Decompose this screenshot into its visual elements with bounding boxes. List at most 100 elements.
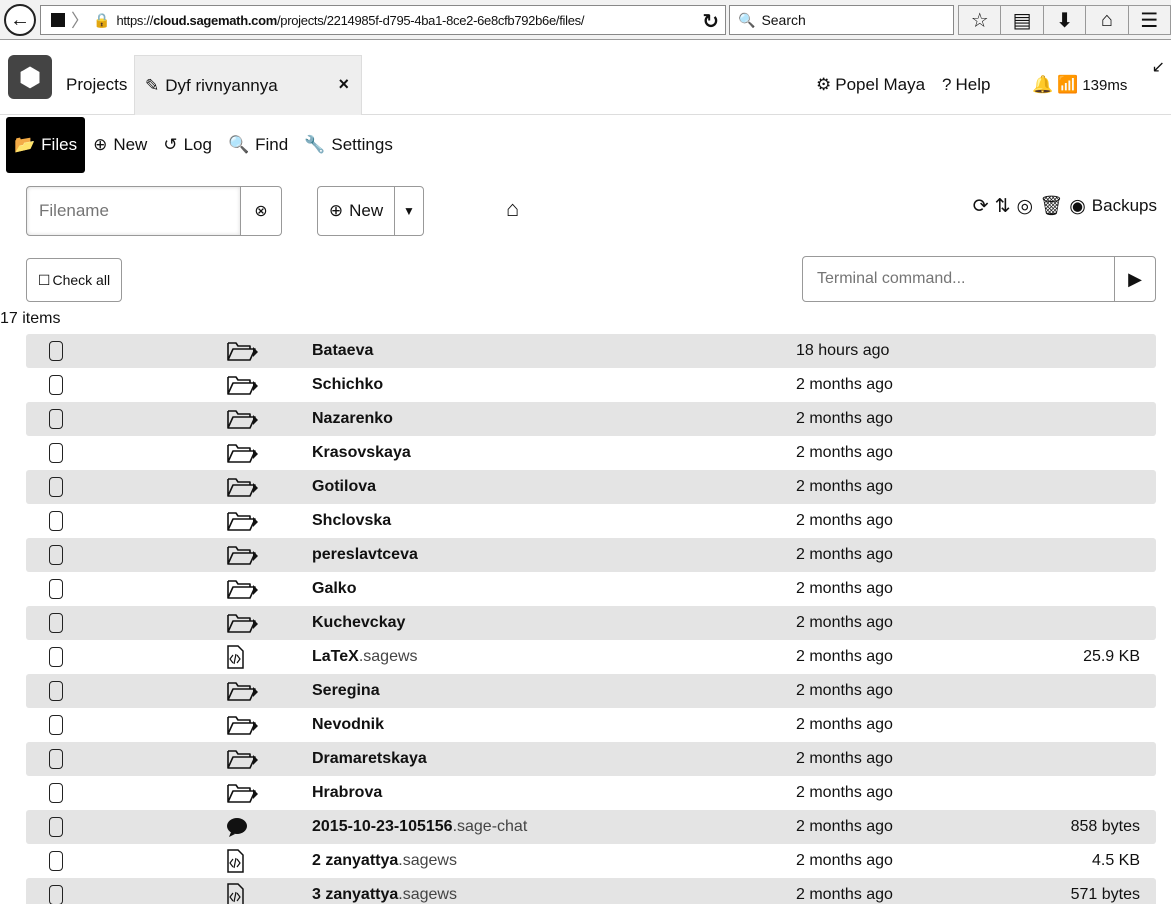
file-name[interactable]: Galko [312,580,356,598]
row-checkbox[interactable] [49,511,63,531]
tab-settings[interactable]: 🔧 Settings [296,117,401,173]
row-checkbox[interactable] [49,477,63,497]
file-row[interactable]: Krasovskaya 2 months ago [26,436,1156,470]
file-name[interactable]: Dramaretskaya [312,750,427,768]
projects-tab[interactable]: Projects [66,75,127,95]
folder-open-icon [226,339,260,369]
row-checkbox[interactable] [49,749,63,769]
sagemath-logo[interactable]: ⬢ [8,55,52,99]
help-button[interactable]: ? Help [942,75,990,95]
file-row[interactable]: 2015-10-23-105156.sage-chat 2 months ago 8… [26,810,1156,844]
file-row[interactable]: Seregina 2 months ago [26,674,1156,708]
row-checkbox[interactable] [49,443,63,463]
row-checkbox[interactable] [49,341,63,361]
row-checkbox[interactable] [49,375,63,395]
address-bar[interactable]: 〉 🔒 https://cloud.sagemath.com/projects/… [40,5,726,35]
project-tab[interactable]: ✎ Dyf rivnyannya × [134,55,362,115]
row-checkbox[interactable] [49,579,63,599]
folder-open-icon [226,407,260,437]
row-checkbox[interactable] [49,783,63,803]
row-checkbox[interactable] [49,851,63,871]
row-checkbox[interactable] [49,885,63,904]
life-ring-icon[interactable]: ◉ [1069,195,1086,218]
search-icon: 🔍 [227,135,250,154]
file-row[interactable]: pereslavtceva 2 months ago [26,538,1156,572]
file-name[interactable]: Hrabrova [312,784,382,802]
home-directory-icon[interactable]: ⌂ [506,196,519,222]
file-name[interactable]: Krasovskaya [312,444,411,462]
run-terminal-button[interactable]: ▶ [1114,256,1156,302]
file-row[interactable]: Bataeva 18 hours ago [26,334,1156,368]
tab-log[interactable]: ↺ Log [155,117,220,173]
row-checkbox[interactable] [49,409,63,429]
file-row[interactable]: Nazarenko 2 months ago [26,402,1156,436]
file-modified-time: 2 months ago [796,478,893,495]
file-name[interactable]: Shclovska [312,512,391,530]
trash-icon[interactable]: 🗑 [1039,194,1063,218]
file-row[interactable]: Galko 2 months ago [26,572,1156,606]
row-checkbox[interactable] [49,715,63,735]
new-file-dropdown-toggle[interactable]: ▼ [394,186,424,236]
reading-list-icon[interactable]: ▤ [1001,6,1044,34]
tab-find[interactable]: 🔍 Find [220,117,296,173]
lock-icon: 🔒 [93,11,111,28]
bookmark-star-icon[interactable]: ☆ [959,6,1002,34]
file-row[interactable]: 3 zanyattya.sagews 2 months ago 571 bytes [26,878,1156,904]
close-icon[interactable]: × [338,74,349,95]
file-row[interactable]: 2 zanyattya.sagews 2 months ago 4.5 KB [26,844,1156,878]
clear-filename-button[interactable]: ⊗ [240,186,282,236]
file-row[interactable]: Shclovska 2 months ago [26,504,1156,538]
site-identity-icon[interactable] [51,13,65,27]
file-row[interactable]: Kuchevckay 2 months ago [26,606,1156,640]
row-checkbox[interactable] [49,545,63,565]
new-file-button[interactable]: ⊕ New [317,186,395,236]
file-row[interactable]: Hrabrova 2 months ago [26,776,1156,810]
file-name[interactable]: Schichko [312,376,383,394]
file-name[interactable]: Seregina [312,682,380,700]
tab-settings-label: Settings [331,135,393,154]
times-circle-icon: ⊗ [254,203,268,220]
sort-numeric-icon[interactable]: ⇅ [995,195,1011,218]
home-icon[interactable]: ⌂ [1086,6,1129,34]
wifi-icon: 📶 [1057,75,1079,94]
row-checkbox[interactable] [49,647,63,667]
wrench-icon: 🔧 [304,135,326,154]
file-row[interactable]: Gotilova 2 months ago [26,470,1156,504]
tab-files[interactable]: 📂 Files [6,117,86,173]
file-name[interactable]: pereslavtceva [312,546,418,564]
url-separator: 〉 [71,11,89,31]
browser-search-field[interactable]: 🔍 Search [729,5,954,35]
filename-search-input[interactable] [26,186,241,236]
file-name[interactable]: 2015-10-23-105156.sage-chat [312,818,527,836]
file-name[interactable]: 2 zanyattya.sagews [312,852,457,870]
file-row[interactable]: LaTeX.sagews 2 months ago 25.9 KB [26,640,1156,674]
file-row[interactable]: Schichko 2 months ago [26,368,1156,402]
refresh-icon[interactable]: ⟳ [973,195,989,218]
file-name[interactable]: LaTeX.sagews [312,648,418,666]
file-row[interactable]: Dramaretskaya 2 months ago [26,742,1156,776]
download-icon[interactable]: ⬇ [1044,6,1087,34]
compress-icon[interactable]: ↙ [1152,57,1165,77]
bell-icon[interactable]: 🔔 [1032,75,1053,95]
file-name[interactable]: Bataeva [312,342,373,360]
row-checkbox[interactable] [49,613,63,633]
file-name[interactable]: Gotilova [312,478,376,496]
file-name[interactable]: Nazarenko [312,410,393,428]
file-row[interactable]: Nevodnik 2 months ago [26,708,1156,742]
reload-icon[interactable]: ↻ [702,9,719,34]
check-all-button[interactable]: ☐ Check all [26,258,122,302]
row-checkbox[interactable] [49,817,63,837]
file-name[interactable]: Nevodnik [312,716,384,734]
row-checkbox[interactable] [49,681,63,701]
tab-new[interactable]: ⊕ New [85,117,155,173]
terminal-command-input[interactable] [802,256,1115,302]
file-name[interactable]: 3 zanyattya.sagews [312,886,457,904]
back-button[interactable]: ← [4,4,36,36]
file-name[interactable]: Kuchevckay [312,614,405,632]
menu-icon[interactable]: ☰ [1129,6,1170,34]
connection-status[interactable]: 🔔 📶 139ms [1032,75,1127,95]
backups-link[interactable]: Backups [1092,196,1157,216]
eye-slash-icon[interactable]: ◎ [1016,195,1033,218]
gear-icon: ⚙ [816,75,832,94]
account-menu[interactable]: ⚙ Popel Maya [816,75,925,95]
